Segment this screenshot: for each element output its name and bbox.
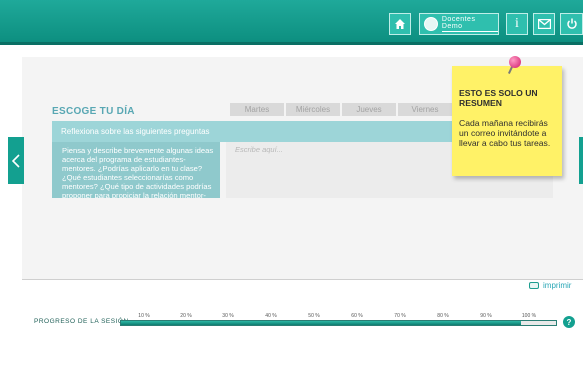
info-icon: i: [515, 16, 519, 31]
tick-label: 100 %: [521, 313, 537, 319]
mail-icon: [537, 19, 551, 29]
print-button[interactable]: imprimir: [529, 281, 571, 290]
previous-arrow-button[interactable]: [8, 137, 24, 184]
tick-label: 20 %: [180, 313, 192, 319]
question-text: Piensa y describe brevemente algunas ide…: [52, 142, 220, 198]
user-avatar: [424, 17, 438, 31]
session-progress-bar: [120, 320, 557, 326]
next-arrow-button[interactable]: [579, 137, 583, 184]
note-body: Cada mañana recibirás un correo invitánd…: [459, 118, 551, 148]
tick-label: 30 %: [222, 313, 234, 319]
printer-icon: [529, 282, 539, 289]
tick-label: 50 %: [308, 313, 320, 319]
tab-jueves[interactable]: Jueves: [342, 103, 396, 116]
tab-miercoles[interactable]: Miércoles: [286, 103, 340, 116]
tick-label: 10 %: [138, 313, 150, 319]
mail-button[interactable]: [533, 13, 555, 35]
top-bar-strip: [0, 42, 583, 45]
panel-divider: [22, 279, 583, 280]
tab-viernes[interactable]: Viernes: [398, 103, 452, 116]
tick-label: 90 %: [480, 313, 492, 319]
info-button[interactable]: i: [506, 13, 528, 35]
user-name: Docentes Demo: [441, 16, 498, 32]
user-menu[interactable]: Docentes Demo: [419, 13, 499, 35]
chevron-left-icon: [12, 153, 20, 168]
power-icon: [566, 18, 577, 29]
help-button[interactable]: ?: [563, 316, 575, 328]
home-icon: [395, 19, 405, 29]
logout-button[interactable]: [560, 13, 583, 35]
home-button[interactable]: [389, 13, 411, 35]
note-title: ESTO ES SOLO UN RESUMEN: [459, 88, 538, 108]
print-label: imprimir: [543, 281, 572, 290]
tick-label: 80 %: [437, 313, 449, 319]
day-tabs: Martes Miércoles Jueves Viernes: [230, 103, 454, 116]
progress-fill: [121, 321, 522, 325]
tab-martes[interactable]: Martes: [230, 103, 284, 116]
tick-label: 40 %: [265, 313, 277, 319]
tick-label: 70 %: [394, 313, 406, 319]
summary-sticky-note: ESTO ES SOLO UN RESUMEN Cada mañana reci…: [452, 66, 562, 176]
pushpin-icon: [509, 56, 521, 68]
tick-label: 60 %: [351, 313, 363, 319]
section-title: ESCOGE TU DÍA: [52, 106, 135, 117]
